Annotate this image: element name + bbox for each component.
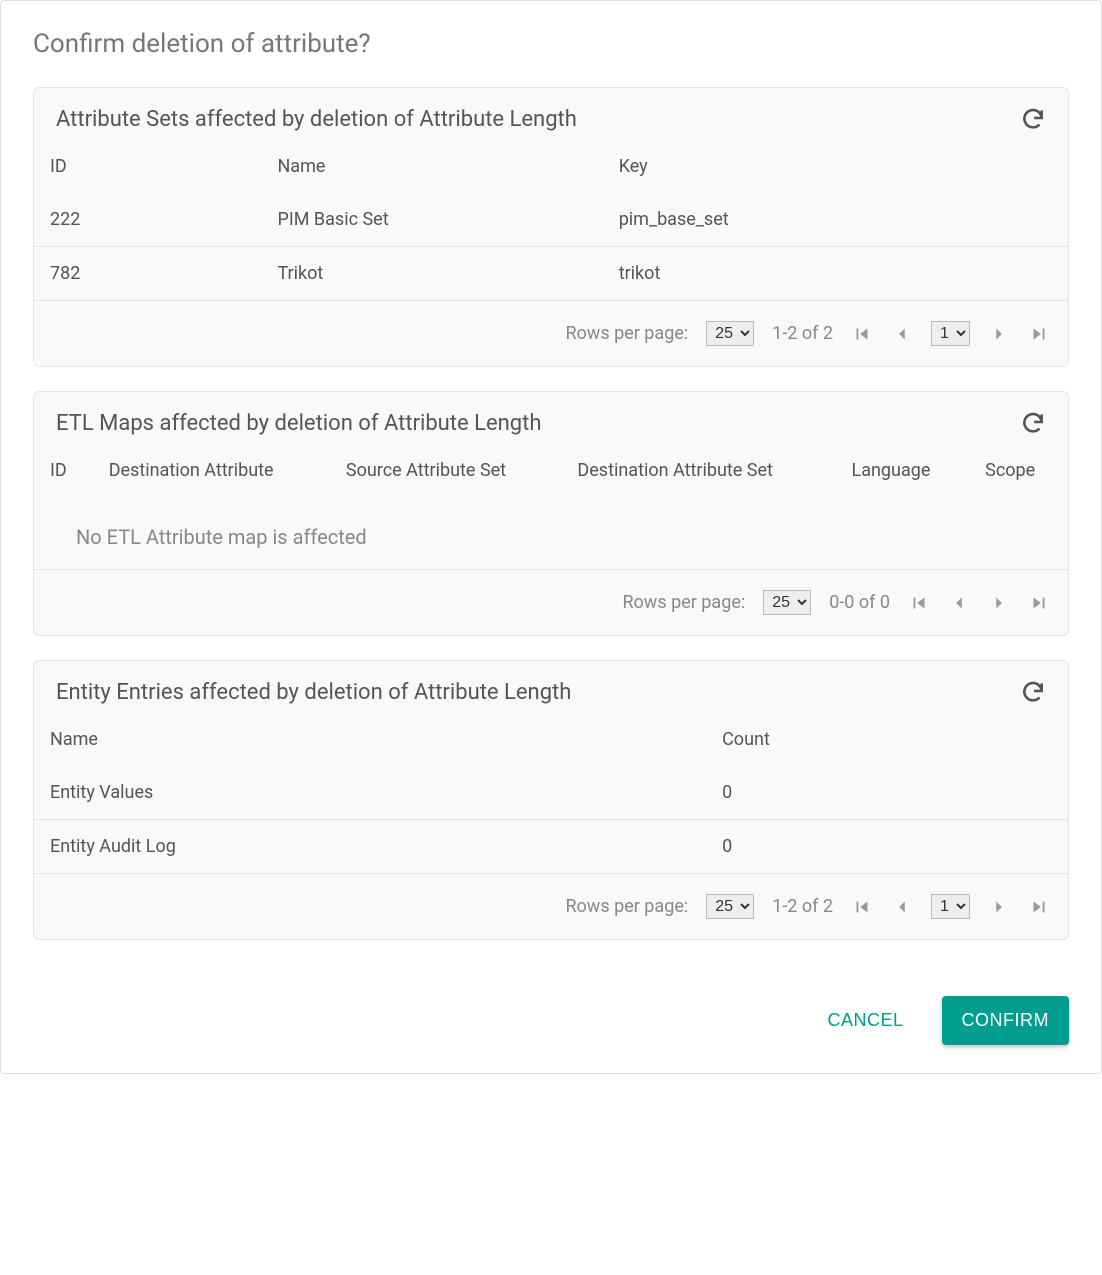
confirm-button[interactable]: CONFIRM [942, 996, 1070, 1045]
page-select[interactable]: 1 [931, 321, 970, 346]
first-page-icon[interactable] [908, 592, 930, 614]
prev-page-icon[interactable] [891, 896, 913, 918]
prev-page-icon[interactable] [891, 323, 913, 345]
rows-per-page-select[interactable]: 25 [706, 321, 754, 346]
refresh-icon[interactable] [1020, 106, 1046, 132]
table-row: 782 Trikot trikot [34, 247, 1068, 301]
rows-per-page-label: Rows per page: [622, 592, 745, 613]
col-name: Name [34, 713, 706, 766]
rows-per-page-select[interactable]: 25 [706, 894, 754, 919]
range-text: 1-2 of 2 [772, 323, 833, 344]
first-page-icon[interactable] [851, 323, 873, 345]
prev-page-icon[interactable] [948, 592, 970, 614]
col-dest-set: Destination Attribute Set [561, 444, 835, 497]
rows-per-page-label: Rows per page: [565, 323, 688, 344]
col-id: ID [34, 444, 93, 497]
next-page-icon[interactable] [988, 323, 1010, 345]
confirm-delete-dialog: Confirm deletion of attribute? Attribute… [0, 0, 1102, 1074]
col-key: Key [603, 140, 1068, 193]
attribute-sets-card: Attribute Sets affected by deletion of A… [33, 87, 1069, 367]
dialog-title: Confirm deletion of attribute? [33, 29, 1069, 59]
table-row: Entity Values 0 [34, 766, 1068, 820]
rows-per-page-label: Rows per page: [565, 896, 688, 917]
col-dest-attr: Destination Attribute [93, 444, 330, 497]
col-lang: Language [836, 444, 970, 497]
empty-message: No ETL Attribute map is affected [34, 497, 1068, 570]
pager: Rows per page: 25 1-2 of 2 1 [34, 874, 1068, 939]
col-name: Name [261, 140, 602, 193]
card-title: Entity Entries affected by deletion of A… [56, 680, 571, 705]
last-page-icon[interactable] [1028, 592, 1050, 614]
etl-maps-table: ID Destination Attribute Source Attribut… [34, 444, 1068, 497]
refresh-icon[interactable] [1020, 410, 1046, 436]
entity-entries-card: Entity Entries affected by deletion of A… [33, 660, 1069, 940]
dialog-actions: CANCEL CONFIRM [33, 964, 1069, 1045]
attribute-sets-table: ID Name Key 222 PIM Basic Set pim_base_s… [34, 140, 1068, 301]
pager: Rows per page: 25 0-0 of 0 [34, 570, 1068, 635]
card-title: ETL Maps affected by deletion of Attribu… [56, 411, 541, 436]
col-scope: Scope [969, 444, 1068, 497]
cancel-button[interactable]: CANCEL [807, 996, 923, 1045]
next-page-icon[interactable] [988, 592, 1010, 614]
etl-maps-card: ETL Maps affected by deletion of Attribu… [33, 391, 1069, 636]
range-text: 0-0 of 0 [829, 592, 890, 613]
col-count: Count [706, 713, 1068, 766]
last-page-icon[interactable] [1028, 896, 1050, 918]
rows-per-page-select[interactable]: 25 [763, 590, 811, 615]
entity-entries-table: Name Count Entity Values 0 Entity Audit … [34, 713, 1068, 874]
next-page-icon[interactable] [988, 896, 1010, 918]
pager: Rows per page: 25 1-2 of 2 1 [34, 301, 1068, 366]
card-title: Attribute Sets affected by deletion of A… [56, 107, 577, 132]
first-page-icon[interactable] [851, 896, 873, 918]
table-row: 222 PIM Basic Set pim_base_set [34, 193, 1068, 247]
col-id: ID [34, 140, 261, 193]
page-select[interactable]: 1 [931, 894, 970, 919]
refresh-icon[interactable] [1020, 679, 1046, 705]
last-page-icon[interactable] [1028, 323, 1050, 345]
col-src-set: Source Attribute Set [330, 444, 562, 497]
table-row: Entity Audit Log 0 [34, 820, 1068, 874]
range-text: 1-2 of 2 [772, 896, 833, 917]
